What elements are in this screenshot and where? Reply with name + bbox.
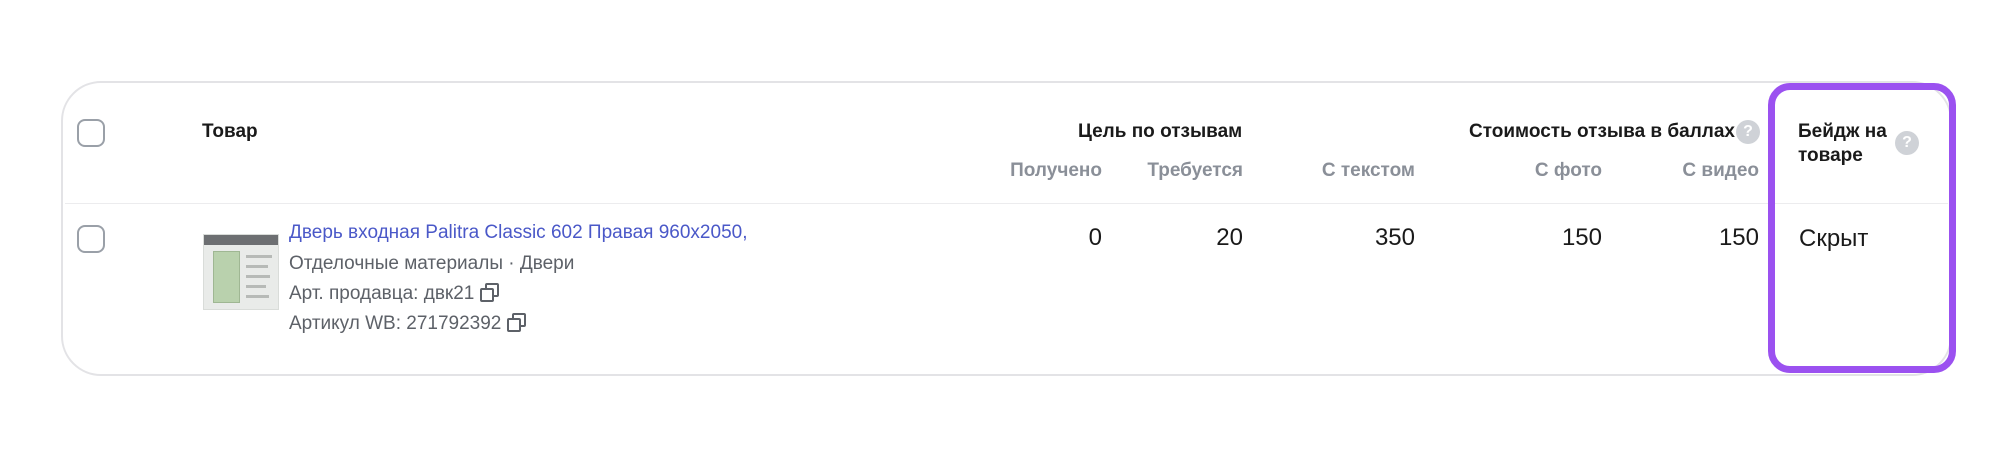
column-group-review-cost: Стоимость отзыва в баллах xyxy=(1469,121,1735,142)
thumbnail-text-line xyxy=(246,265,268,268)
received-count: 0 xyxy=(1088,224,1102,251)
column-header-badge-line1: Бейдж на xyxy=(1798,121,1887,142)
select-all-checkbox[interactable] xyxy=(77,119,105,147)
product-thumbnail[interactable] xyxy=(203,234,279,310)
wb-article-row: Артикул WB: 271792392 xyxy=(289,313,527,335)
products-table: Товар Цель по отзывам Получено Требуется… xyxy=(61,81,1952,376)
column-header-received: Получено xyxy=(1010,160,1102,181)
copy-seller-article-icon[interactable] xyxy=(480,283,500,302)
review-cost-help-icon[interactable]: ? xyxy=(1736,120,1760,144)
product-category: Отделочные материалы · Двери xyxy=(289,253,575,274)
column-header-with-photo: С фото xyxy=(1534,160,1602,181)
column-header-badge-line2: товаре xyxy=(1798,145,1863,166)
badge-help-icon[interactable]: ? xyxy=(1895,131,1919,155)
badge-status: Скрыт xyxy=(1799,225,1869,252)
product-title-link[interactable]: Дверь входная Palitra Classic 602 Правая… xyxy=(289,222,747,244)
thumbnail-text-line xyxy=(246,285,266,288)
door-image xyxy=(213,251,240,303)
seller-article: Арт. продавца: двк21 xyxy=(289,283,475,304)
copy-wb-article-icon[interactable] xyxy=(507,313,527,332)
cost-with-video: 150 xyxy=(1718,224,1759,251)
row-checkbox[interactable] xyxy=(77,225,105,253)
seller-article-row: Арт. продавца: двк21 xyxy=(289,283,500,305)
wb-article: Артикул WB: 271792392 xyxy=(289,313,502,334)
column-header-product: Товар xyxy=(202,121,258,142)
column-group-review-goal: Цель по отзывам xyxy=(1078,121,1243,142)
column-header-with-text: С текстом xyxy=(1321,160,1415,181)
thumbnail-banner xyxy=(204,235,278,245)
thumbnail-text-line xyxy=(246,255,272,258)
cost-with-text: 350 xyxy=(1374,224,1415,251)
column-header-required: Требуется xyxy=(1147,160,1243,181)
cost-with-photo: 150 xyxy=(1561,224,1602,251)
header-divider xyxy=(65,203,1948,204)
required-count: 20 xyxy=(1216,224,1243,251)
thumbnail-text-line xyxy=(246,295,269,298)
thumbnail-text-line xyxy=(246,275,270,278)
column-header-with-video: С видео xyxy=(1682,160,1759,181)
